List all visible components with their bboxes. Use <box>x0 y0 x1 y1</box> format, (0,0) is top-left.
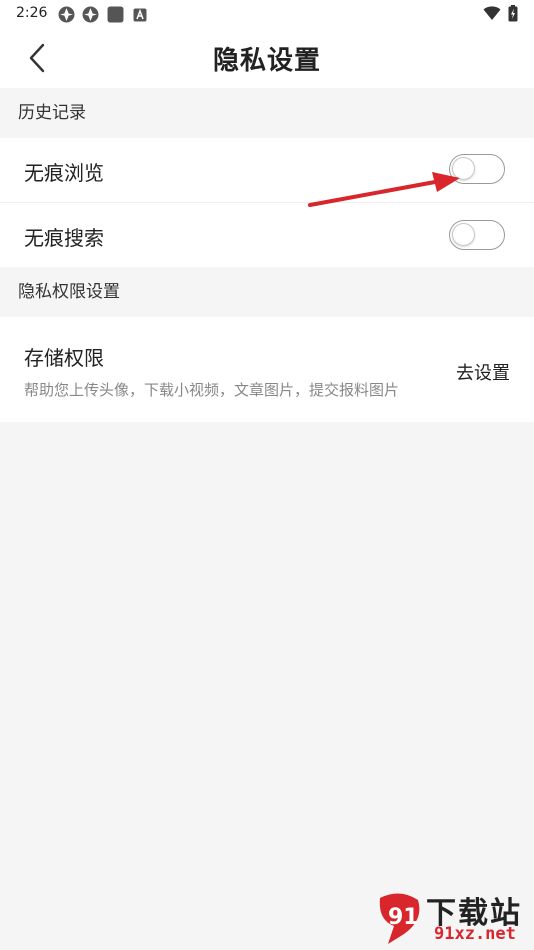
toggle-knob <box>452 223 475 246</box>
go-settings-button[interactable]: 去设置 <box>456 359 510 385</box>
incognito-browse-label: 无痕浏览 <box>24 161 104 185</box>
watermark-url: 91xz.net <box>434 924 516 944</box>
annotation-arrow <box>308 172 460 207</box>
notification-app-icon-2 <box>82 6 99 27</box>
incognito-search-label: 无痕搜索 <box>24 226 104 250</box>
storage-permission-row[interactable]: 存储权限 帮助您上传头像，下载小视频，文章图片，提交报料图片 去设置 <box>0 317 534 422</box>
storage-permission-description: 帮助您上传头像，下载小视频，文章图片，提交报料图片 <box>24 381 400 399</box>
status-time: 2:26 <box>16 5 48 21</box>
battery-charging-icon <box>508 5 518 26</box>
wifi-icon <box>483 6 501 25</box>
svg-text:91: 91 <box>388 905 419 930</box>
page-title: 隐私设置 <box>212 46 321 76</box>
notification-a-icon <box>133 7 147 26</box>
notification-app-icon <box>58 6 75 27</box>
status-bar: 2:26 <box>0 0 534 28</box>
section-header-privacy-permissions: 隐私权限设置 <box>0 267 534 317</box>
storage-permission-label: 存储权限 <box>24 346 104 370</box>
watermark: 91 下载站 91xz.net <box>360 884 534 950</box>
section-header-history: 历史记录 <box>0 88 534 138</box>
watermark-logo: 91 <box>379 893 420 944</box>
app-bar: 隐私设置 <box>0 28 534 88</box>
notification-square-icon <box>107 6 124 27</box>
incognito-search-toggle[interactable] <box>449 220 505 250</box>
